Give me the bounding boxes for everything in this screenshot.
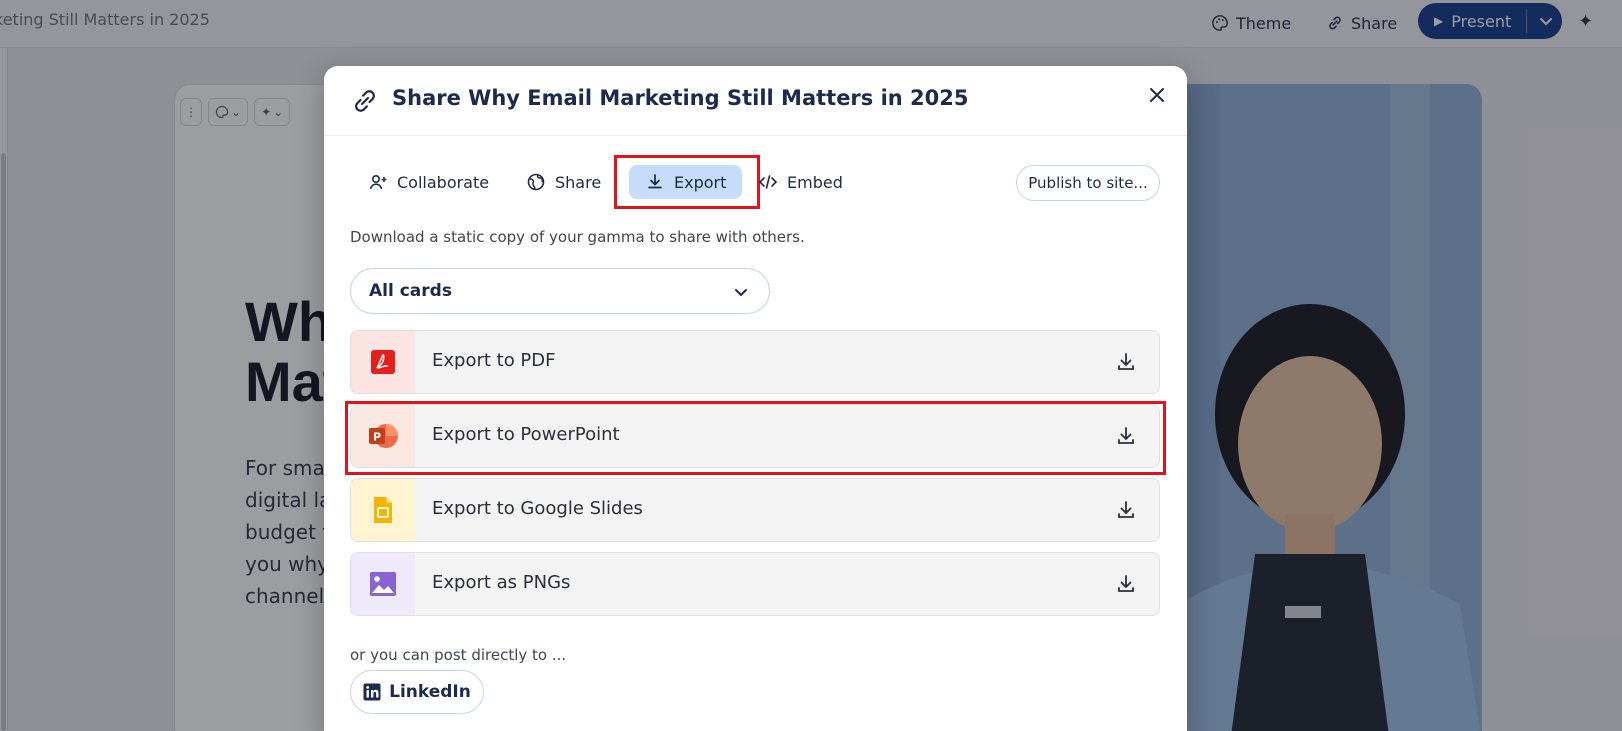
cards-select-value: All cards	[369, 281, 452, 301]
powerpoint-option-highlight	[345, 401, 1166, 475]
pdf-icon-cell	[351, 331, 415, 393]
google-slides-icon-cell	[351, 479, 415, 541]
globe-icon	[527, 173, 545, 191]
download-icon[interactable]	[1115, 499, 1137, 521]
image-icon	[370, 572, 396, 596]
export-google-slides-option[interactable]: Export to Google Slides	[350, 478, 1160, 542]
tab-share-label: Share	[555, 172, 602, 192]
tab-collaborate-label: Collaborate	[397, 172, 490, 192]
linkedin-label: LinkedIn	[389, 682, 471, 702]
close-icon	[1150, 88, 1164, 102]
export-pngs-label: Export as PNGs	[432, 572, 571, 593]
post-directly-text: or you can post directly to ...	[350, 646, 567, 664]
tab-collaborate[interactable]: Collaborate	[352, 165, 505, 199]
image-icon-cell	[351, 553, 415, 615]
export-pdf-option[interactable]: Export to PDF	[350, 330, 1160, 394]
share-modal: Share Why Email Marketing Still Matters …	[324, 66, 1187, 731]
link-icon	[355, 90, 375, 112]
export-pdf-label: Export to PDF	[432, 350, 556, 371]
pdf-icon	[371, 350, 395, 374]
add-user-icon	[369, 174, 387, 190]
export-description: Download a static copy of your gamma to …	[350, 228, 805, 246]
tab-embed-label: Embed	[787, 172, 843, 192]
tab-embed[interactable]: Embed	[742, 165, 859, 199]
code-icon	[758, 175, 778, 189]
publish-to-site-button[interactable]: Publish to site...	[1016, 165, 1160, 201]
modal-title: Share Why Email Marketing Still Matters …	[392, 86, 969, 110]
download-icon[interactable]	[1115, 573, 1137, 595]
cards-select[interactable]: All cards	[350, 268, 770, 314]
close-button[interactable]	[1142, 80, 1172, 110]
download-icon[interactable]	[1115, 351, 1137, 373]
linkedin-button[interactable]: LinkedIn	[350, 670, 484, 714]
export-google-slides-label: Export to Google Slides	[432, 498, 643, 519]
export-tab-highlight	[614, 155, 760, 209]
google-slides-icon	[374, 497, 392, 523]
export-pngs-option[interactable]: Export as PNGs	[350, 552, 1160, 616]
linkedin-icon	[363, 683, 381, 701]
tab-share[interactable]: Share	[510, 165, 617, 199]
chevron-down-icon	[735, 289, 747, 297]
modal-header: Share Why Email Marketing Still Matters …	[324, 66, 1187, 136]
